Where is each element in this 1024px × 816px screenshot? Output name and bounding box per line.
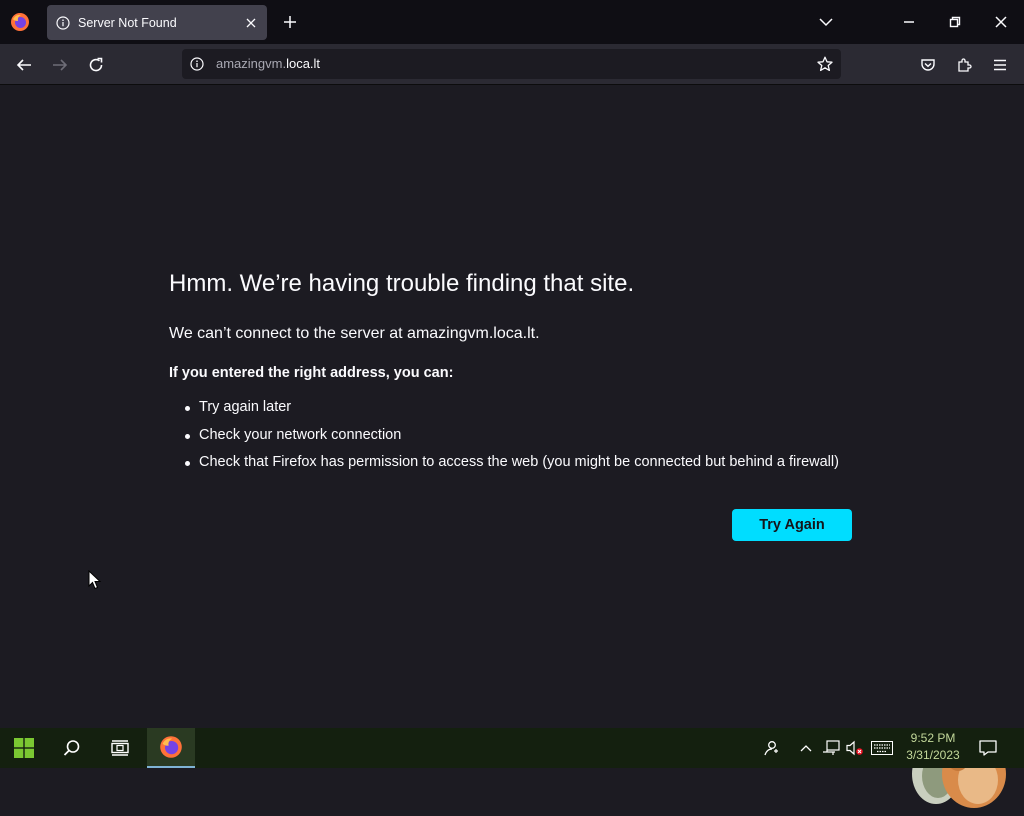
show-hidden-icons-button[interactable] <box>796 728 816 768</box>
notification-icon <box>979 740 997 756</box>
back-icon <box>16 59 31 71</box>
pocket-button[interactable] <box>913 50 943 80</box>
minimize-button[interactable] <box>886 0 932 44</box>
reload-icon <box>89 57 103 72</box>
title-bar: Server Not Found <box>0 0 1024 44</box>
minimize-icon <box>904 21 914 23</box>
clock-time: 9:52 PM <box>910 731 956 745</box>
error-description: We can’t connect to the server at amazin… <box>169 325 540 342</box>
list-all-tabs-button[interactable] <box>814 10 838 34</box>
suggestion-list: Try again later Check your network conne… <box>185 399 839 482</box>
url-bar[interactable]: amazingvm.loca.lt <box>182 49 841 79</box>
menu-button[interactable] <box>985 50 1015 80</box>
list-item: Check your network connection <box>185 427 839 455</box>
volume-muted-icon <box>846 740 863 756</box>
list-item: Check that Firefox has permission to acc… <box>185 454 839 482</box>
windows-start-icon <box>14 738 34 758</box>
network-button[interactable] <box>820 728 842 768</box>
close-window-button[interactable] <box>978 0 1024 44</box>
info-icon <box>56 15 70 30</box>
back-button[interactable] <box>9 50 39 80</box>
chevron-up-icon <box>800 745 812 752</box>
chevron-down-icon <box>819 18 833 27</box>
navigation-bar: amazingvm.loca.lt <box>0 44 1024 85</box>
forward-button[interactable] <box>45 50 75 80</box>
forward-icon <box>53 59 68 71</box>
keyboard-icon <box>871 741 893 755</box>
info-icon[interactable] <box>190 57 204 71</box>
people-button[interactable] <box>758 728 784 768</box>
restore-icon <box>949 16 961 28</box>
star-icon <box>817 56 833 72</box>
firefox-icon <box>160 736 182 758</box>
close-icon[interactable] <box>239 11 263 35</box>
search-icon <box>63 740 80 756</box>
error-title: Hmm. We’re having trouble finding that s… <box>169 270 635 297</box>
task-view-icon <box>111 740 129 756</box>
tab-server-not-found[interactable]: Server Not Found <box>47 5 267 40</box>
volume-button[interactable] <box>844 728 866 768</box>
url-host-main: loca.lt <box>286 56 321 71</box>
new-tab-button[interactable] <box>278 10 302 34</box>
taskbar-clock[interactable]: 9:52 PM 3/31/2023 <box>898 730 968 764</box>
bookmark-button[interactable] <box>815 54 835 74</box>
reload-button[interactable] <box>81 50 111 80</box>
url-host-prefix: amazingvm. <box>216 56 287 71</box>
error-subtitle: If you entered the right address, you ca… <box>169 365 454 381</box>
mouse-cursor-icon <box>88 570 102 590</box>
restore-button[interactable] <box>932 0 978 44</box>
page-content: Hmm. We’re having trouble finding that s… <box>0 86 1024 808</box>
try-again-button[interactable]: Try Again <box>732 509 852 541</box>
taskbar-search-button[interactable] <box>48 728 96 768</box>
taskbar-firefox-button[interactable] <box>147 728 195 768</box>
task-view-button[interactable] <box>96 728 144 768</box>
action-center-button[interactable] <box>974 728 1002 768</box>
taskbar: 9:52 PM 3/31/2023 <box>0 728 1024 768</box>
menu-icon <box>994 59 1006 71</box>
clock-date: 3/31/2023 <box>906 748 960 762</box>
people-icon <box>764 741 778 756</box>
url-text[interactable]: amazingvm.loca.lt <box>216 56 320 71</box>
list-item: Try again later <box>185 399 839 427</box>
extensions-button[interactable] <box>949 50 979 80</box>
pocket-icon <box>921 59 935 71</box>
close-icon <box>995 16 1007 28</box>
plus-icon <box>284 16 296 28</box>
extensions-icon <box>958 58 972 72</box>
network-icon <box>823 740 840 755</box>
start-button[interactable] <box>0 728 48 768</box>
firefox-icon[interactable] <box>10 12 30 32</box>
touch-keyboard-button[interactable] <box>869 728 895 768</box>
tab-title: Server Not Found <box>78 15 177 30</box>
